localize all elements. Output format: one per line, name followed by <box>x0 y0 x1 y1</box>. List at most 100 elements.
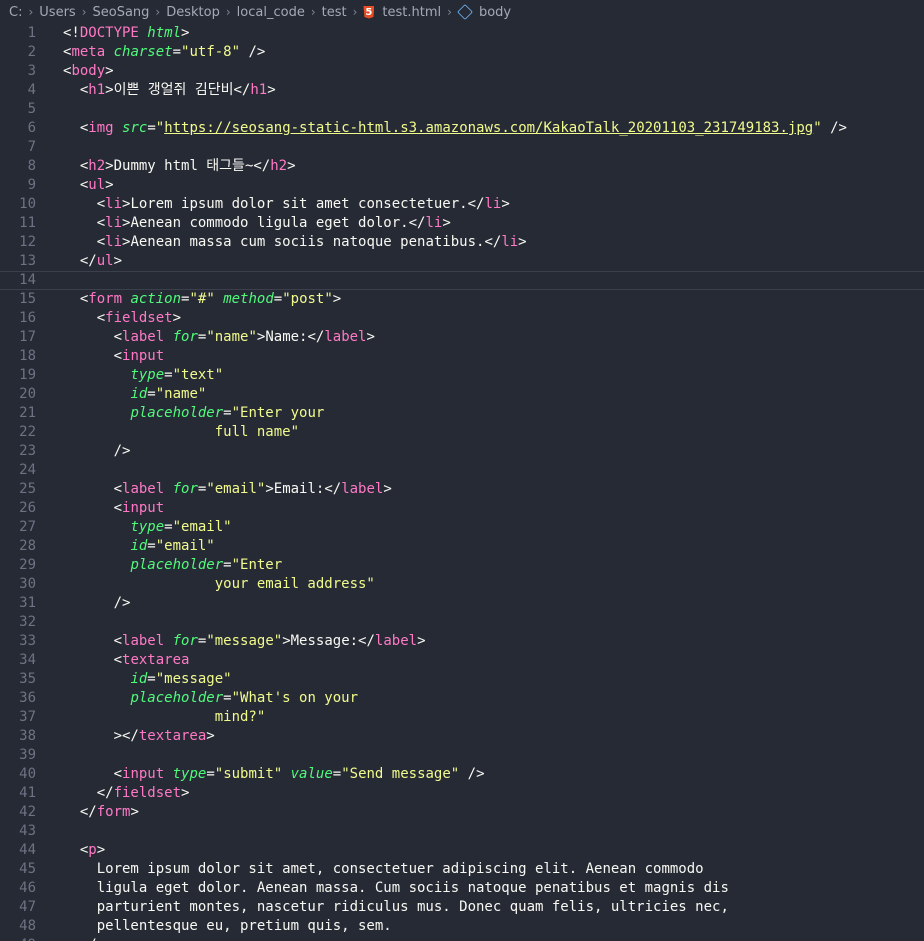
code-token: > <box>130 804 139 820</box>
code-token: placeholder <box>130 405 224 421</box>
code-text: id="name" <box>36 385 924 404</box>
code-text: <h1>이쁜 갱얼쥐 김단비</h1> <box>36 81 924 100</box>
code-token: > <box>518 234 527 250</box>
code-line[interactable]: 42 </form> <box>0 803 924 822</box>
breadcrumb-item-file[interactable]: test.html <box>363 5 441 20</box>
code-line[interactable]: 43 <box>0 822 924 841</box>
code-line[interactable]: 31 /> <box>0 594 924 613</box>
code-line[interactable]: 13 </ul> <box>0 252 924 271</box>
code-line[interactable]: 2 <meta charset="utf-8" /> <box>0 43 924 62</box>
code-token: p <box>88 842 97 858</box>
code-token: "message" <box>155 671 232 687</box>
line-number: 9 <box>27 177 36 193</box>
code-line[interactable]: 34 <textarea <box>0 651 924 670</box>
code-token: > <box>181 25 190 41</box>
html5-file-icon <box>363 5 375 19</box>
breadcrumb-item-test[interactable]: test <box>322 5 347 20</box>
code-line[interactable]: 9 <ul> <box>0 176 924 195</box>
code-line[interactable]: 27 type="email" <box>0 518 924 537</box>
code-line[interactable]: 17 <label for="name">Name:</label> <box>0 328 924 347</box>
code-line[interactable]: 14 <box>0 271 924 290</box>
code-line[interactable]: 15 <form action="#" method="post"> <box>0 290 924 309</box>
code-line[interactable]: 19 type="text" <box>0 366 924 385</box>
line-number: 45 <box>19 861 36 877</box>
code-line[interactable]: 21 placeholder="Enter your <box>0 404 924 423</box>
code-token: < <box>63 196 106 212</box>
code-line[interactable]: 44 <p> <box>0 841 924 860</box>
code-token: < <box>63 310 106 326</box>
code-editor[interactable]: 1 <!DOCTYPE html> 2 <meta charset="utf-8" /… <box>0 24 924 941</box>
code-token: " <box>813 120 822 136</box>
code-text: <input <box>36 499 924 518</box>
breadcrumb-item-user[interactable]: SeoSang <box>93 5 150 20</box>
code-line[interactable]: 39 <box>0 746 924 765</box>
code-line[interactable]: 10 <li>Lorem ipsum dolor sit amet consec… <box>0 195 924 214</box>
line-number: 11 <box>19 215 36 231</box>
code-token: ul <box>88 177 106 193</box>
code-line[interactable]: 1 <!DOCTYPE html> <box>0 24 924 43</box>
code-line[interactable]: 6 <img src="https://seosang-static-html.… <box>0 119 924 138</box>
code-line[interactable]: 25 <label for="email">Email:</label> <box>0 480 924 499</box>
code-line[interactable]: 23 /> <box>0 442 924 461</box>
code-line[interactable]: 3 <body> <box>0 62 924 81</box>
code-token: /> <box>821 120 847 136</box>
line-number: 24 <box>19 462 36 478</box>
breadcrumb-item-symbol[interactable]: body <box>457 4 511 20</box>
code-line[interactable]: 33 <label for="message">Message:</label> <box>0 632 924 651</box>
code-line[interactable]: 12 <li>Aenean massa cum sociis natoque p… <box>0 233 924 252</box>
code-token: form <box>88 291 123 307</box>
code-token: > <box>366 329 375 345</box>
code-token: li <box>425 215 443 231</box>
code-line[interactable]: 7 <box>0 138 924 157</box>
code-token: < <box>63 633 123 649</box>
code-token: = <box>164 367 173 383</box>
code-line[interactable]: 41 </fieldset> <box>0 784 924 803</box>
code-line[interactable]: 26 <input <box>0 499 924 518</box>
chevron-right-icon: › <box>447 5 452 19</box>
code-line[interactable]: 30 your email address" <box>0 575 924 594</box>
code-line[interactable]: 40 <input type="submit" value="Send mess… <box>0 765 924 784</box>
code-line[interactable]: 20 id="name" <box>0 385 924 404</box>
code-text: id="email" <box>36 537 924 556</box>
code-line[interactable]: 11 <li>Aenean commodo ligula eget dolor.… <box>0 214 924 233</box>
code-line[interactable]: 28 id="email" <box>0 537 924 556</box>
code-line[interactable]: 36 placeholder="What's on your <box>0 689 924 708</box>
code-line[interactable]: 49 </p> <box>0 936 924 941</box>
code-token: src <box>113 120 148 136</box>
code-text: <fieldset> <box>36 309 924 328</box>
code-line[interactable]: 48 pellentesque eu, pretium quis, sem. <box>0 917 924 936</box>
code-line[interactable]: 22 full name" <box>0 423 924 442</box>
code-line[interactable]: 35 id="message" <box>0 670 924 689</box>
code-token: = <box>164 519 173 535</box>
line-number: 34 <box>19 652 36 668</box>
breadcrumb-item-local-code[interactable]: local_code <box>237 5 305 20</box>
code-line[interactable]: 38 ></textarea> <box>0 727 924 746</box>
code-token: "utf-8" <box>181 44 241 60</box>
code-line[interactable]: 37 mind?" <box>0 708 924 727</box>
code-line[interactable]: 46 ligula eget dolor. Aenean massa. Cum … <box>0 879 924 898</box>
code-text: <label for="message">Message:</label> <box>36 632 924 651</box>
line-number: 17 <box>19 329 36 345</box>
code-line[interactable]: 24 <box>0 461 924 480</box>
breadcrumb-item-users[interactable]: Users <box>39 5 75 20</box>
code-token: h2 <box>88 158 106 174</box>
code-line[interactable]: 32 <box>0 613 924 632</box>
code-line[interactable]: 45 Lorem ipsum dolor sit amet, consectet… <box>0 860 924 879</box>
code-line[interactable]: 16 <fieldset> <box>0 309 924 328</box>
line-number: 26 <box>19 500 36 516</box>
code-token: img <box>88 120 114 136</box>
line-number: 30 <box>19 576 36 592</box>
code-line[interactable]: 29 placeholder="Enter <box>0 556 924 575</box>
code-line[interactable]: 47 parturient montes, nascetur ridiculus… <box>0 898 924 917</box>
code-line[interactable]: 4 <h1>이쁜 갱얼쥐 김단비</h1> <box>0 81 924 100</box>
code-line[interactable]: 8 <h2>Dummy html 태그들~</h2> <box>0 157 924 176</box>
breadcrumb-item-drive[interactable]: C: <box>9 5 22 20</box>
code-token: li <box>105 196 123 212</box>
breadcrumb-item-desktop[interactable]: Desktop <box>166 5 220 20</box>
code-token: > <box>442 215 451 231</box>
code-token: https://seosang-static-html.s3.amazonaws… <box>164 120 814 136</box>
code-line[interactable]: 18 <input <box>0 347 924 366</box>
code-line[interactable]: 5 <box>0 100 924 119</box>
